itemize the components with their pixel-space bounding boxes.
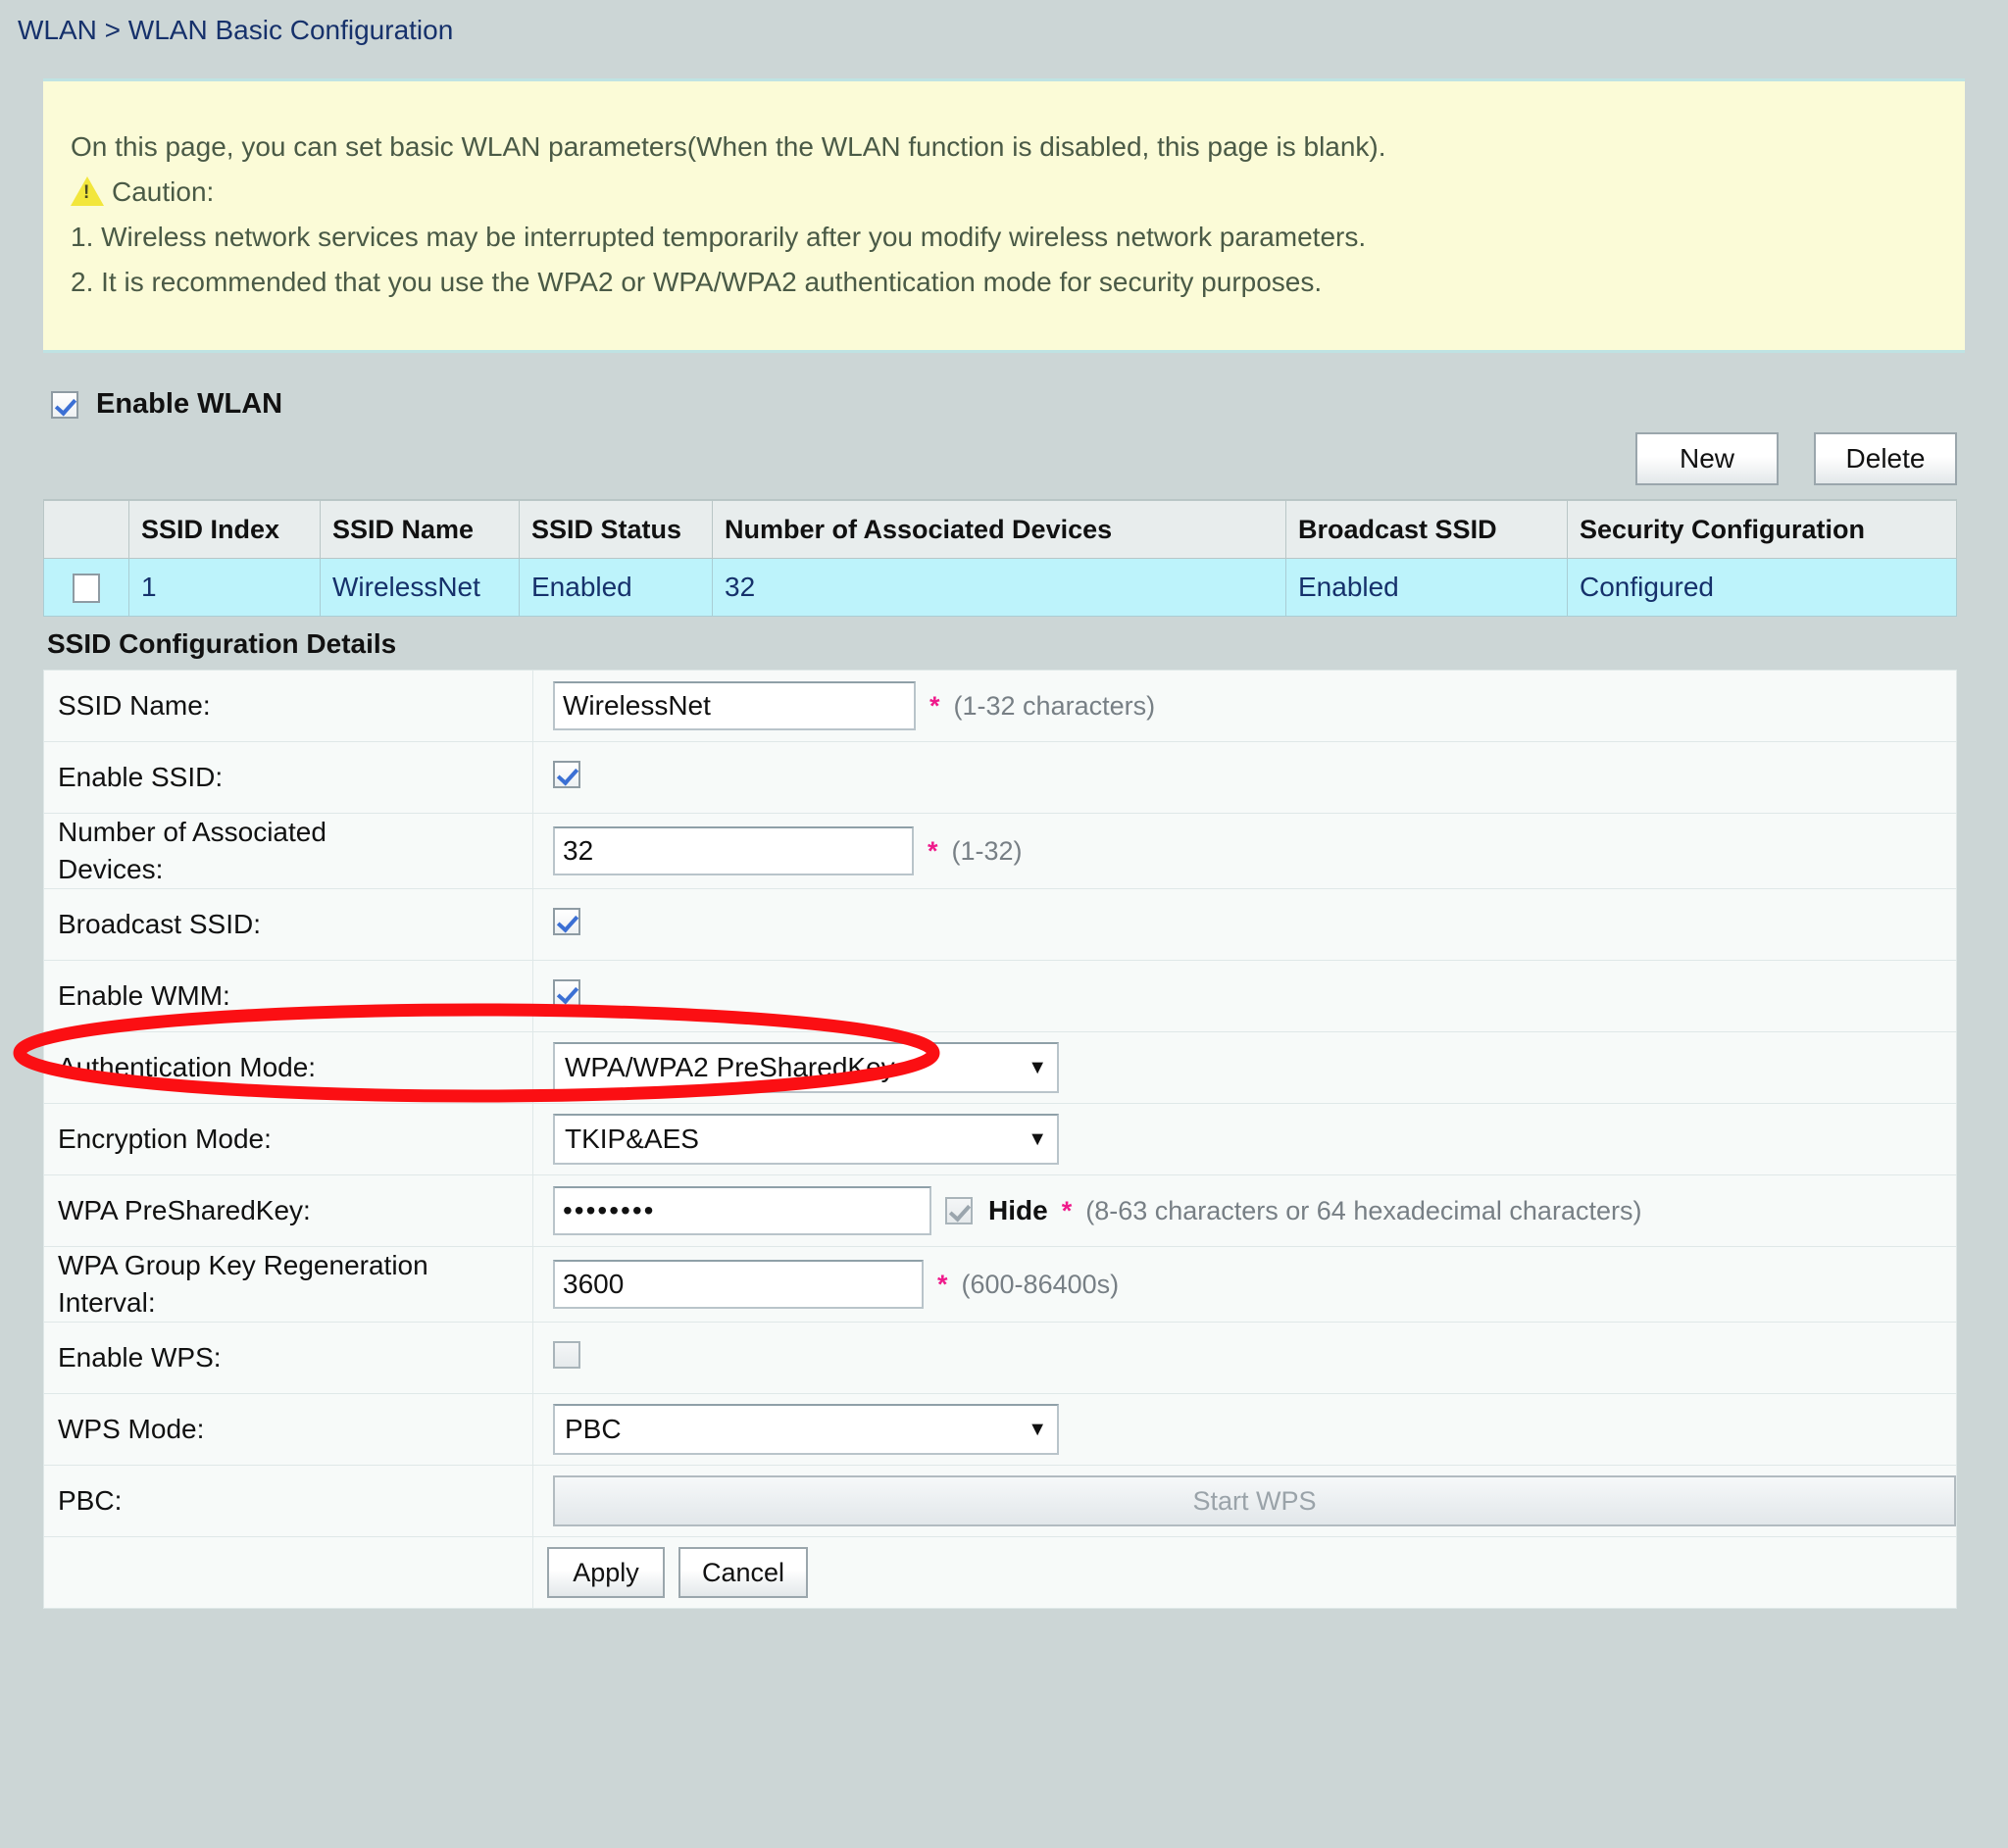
cell-security-config: Configured bbox=[1567, 558, 1957, 617]
label-broadcast-ssid: Broadcast SSID: bbox=[43, 888, 533, 961]
row-actions: Apply Cancel bbox=[43, 1536, 1957, 1609]
delete-button[interactable]: Delete bbox=[1814, 432, 1957, 485]
wpa-presharedkey-hint: (8-63 characters or 64 hexadecimal chara… bbox=[1085, 1195, 1642, 1225]
cell-broadcast-ssid: Enabled bbox=[1285, 558, 1568, 617]
chevron-down-icon: ▼ bbox=[1028, 1419, 1047, 1440]
chevron-down-icon: ▼ bbox=[1028, 1128, 1047, 1150]
row-associated-devices: Number of Associated Devices: * (1-32) bbox=[43, 813, 1957, 889]
label-associated-devices: Number of Associated Devices: bbox=[43, 813, 533, 889]
ssid-summary-table: SSID Index SSID Name SSID Status Number … bbox=[43, 499, 1957, 617]
header-ssid-status: SSID Status bbox=[519, 499, 713, 559]
caution-item-2: 2. It is recommended that you use the WP… bbox=[71, 267, 1323, 297]
label-associated-devices-line1: Number of Associated bbox=[58, 817, 326, 847]
enable-wps-checkbox[interactable] bbox=[553, 1340, 580, 1369]
wps-mode-value: PBC bbox=[565, 1414, 622, 1444]
header-security-config: Security Configuration bbox=[1567, 499, 1957, 559]
start-wps-button[interactable]: Start WPS bbox=[553, 1475, 1956, 1526]
header-ssid-name: SSID Name bbox=[320, 499, 520, 559]
table-toolbar: New Delete bbox=[0, 432, 1957, 485]
label-ssid-name: SSID Name: bbox=[43, 670, 533, 742]
associated-devices-hint: (1-32) bbox=[951, 835, 1023, 866]
authentication-mode-select[interactable]: WPA/WPA2 PreSharedKey ▼ bbox=[553, 1042, 1059, 1093]
row-ssid-name: SSID Name: * (1-32 characters) bbox=[43, 670, 1957, 742]
enable-wlan-label: Enable WLAN bbox=[96, 388, 283, 420]
authentication-mode-value: WPA/WPA2 PreSharedKey bbox=[565, 1052, 895, 1082]
ssid-configuration-details-form: SSID Name: * (1-32 characters) Enable SS… bbox=[43, 670, 1957, 1609]
label-wps-mode: WPS Mode: bbox=[43, 1393, 533, 1466]
label-associated-devices-line2: Devices: bbox=[58, 854, 164, 884]
row-encryption-mode: Encryption Mode: TKIP&AES ▼ bbox=[43, 1103, 1957, 1175]
label-authentication-mode: Authentication Mode: bbox=[43, 1031, 533, 1104]
label-enable-ssid: Enable SSID: bbox=[43, 741, 533, 814]
header-assoc-devices: Number of Associated Devices bbox=[712, 499, 1286, 559]
ssid-name-input[interactable] bbox=[553, 681, 916, 730]
caution-heading: Caution: bbox=[71, 170, 1937, 215]
hide-password-checkbox[interactable] bbox=[945, 1197, 973, 1224]
breadcrumb-text: WLAN > WLAN Basic Configuration bbox=[18, 15, 454, 45]
associated-devices-input[interactable] bbox=[553, 826, 914, 875]
cell-assoc-devices: 32 bbox=[712, 558, 1286, 617]
row-group-key-interval: WPA Group Key Regeneration Interval: * (… bbox=[43, 1246, 1957, 1323]
row-wps-mode: WPS Mode: PBC ▼ bbox=[43, 1393, 1957, 1466]
caution-label: Caution: bbox=[112, 176, 215, 207]
group-key-interval-input[interactable] bbox=[553, 1260, 924, 1309]
enable-wlan-checkbox[interactable] bbox=[51, 390, 78, 419]
ssid-name-hint: (1-32 characters) bbox=[953, 690, 1156, 721]
caution-item-1: 1. Wireless network services may be inte… bbox=[71, 222, 1367, 252]
label-enable-wps: Enable WPS: bbox=[43, 1322, 533, 1394]
cancel-button[interactable]: Cancel bbox=[678, 1547, 809, 1598]
notice-panel: On this page, you can set basic WLAN par… bbox=[43, 78, 1965, 353]
cell-ssid-index: 1 bbox=[128, 558, 321, 617]
actions-label-spacer bbox=[43, 1536, 533, 1609]
hide-password-label: Hide bbox=[988, 1195, 1048, 1225]
row-enable-wps: Enable WPS: bbox=[43, 1322, 1957, 1394]
row-wpa-presharedkey: WPA PreSharedKey: Hide * (8-63 character… bbox=[43, 1174, 1957, 1247]
wpa-presharedkey-input[interactable] bbox=[553, 1186, 931, 1235]
row-broadcast-ssid: Broadcast SSID: bbox=[43, 888, 1957, 961]
label-enable-wmm: Enable WMM: bbox=[43, 960, 533, 1032]
enable-wmm-checkbox[interactable] bbox=[553, 978, 580, 1007]
table-header-row: SSID Index SSID Name SSID Status Number … bbox=[43, 499, 1957, 559]
new-button[interactable]: New bbox=[1635, 432, 1779, 485]
label-group-key-interval: WPA Group Key Regeneration Interval: bbox=[43, 1246, 533, 1323]
row-enable-ssid: Enable SSID: bbox=[43, 741, 1957, 814]
wps-mode-select[interactable]: PBC ▼ bbox=[553, 1404, 1059, 1455]
row-select-checkbox[interactable] bbox=[73, 574, 100, 604]
label-pbc: PBC: bbox=[43, 1465, 533, 1537]
warning-triangle-icon bbox=[71, 176, 104, 206]
table-row[interactable]: 1 WirelessNet Enabled 32 Enabled Configu… bbox=[43, 558, 1957, 617]
enable-wlan-row: Enable WLAN bbox=[51, 388, 2008, 421]
cell-ssid-status: Enabled bbox=[519, 558, 713, 617]
row-enable-wmm: Enable WMM: bbox=[43, 960, 1957, 1032]
chevron-down-icon: ▼ bbox=[1028, 1057, 1047, 1078]
notice-intro: On this page, you can set basic WLAN par… bbox=[71, 131, 1386, 162]
encryption-mode-value: TKIP&AES bbox=[565, 1124, 699, 1154]
header-broadcast-ssid: Broadcast SSID bbox=[1285, 499, 1568, 559]
enable-ssid-checkbox[interactable] bbox=[553, 760, 580, 788]
label-wpa-presharedkey: WPA PreSharedKey: bbox=[43, 1174, 533, 1247]
group-key-interval-hint: (600-86400s) bbox=[961, 1269, 1120, 1299]
ssid-name-required-mark: * bbox=[929, 690, 940, 721]
breadcrumb: WLAN > WLAN Basic Configuration bbox=[0, 0, 2008, 61]
wpa-presharedkey-required-mark: * bbox=[1061, 1195, 1073, 1225]
label-encryption-mode: Encryption Mode: bbox=[43, 1103, 533, 1175]
group-key-interval-required-mark: * bbox=[937, 1269, 948, 1299]
broadcast-ssid-checkbox[interactable] bbox=[553, 907, 580, 935]
associated-devices-required-mark: * bbox=[928, 835, 938, 866]
encryption-mode-select[interactable]: TKIP&AES ▼ bbox=[553, 1114, 1059, 1165]
cell-ssid-name: WirelessNet bbox=[320, 558, 520, 617]
label-group-key-interval-line2: Interval: bbox=[58, 1287, 156, 1318]
apply-button[interactable]: Apply bbox=[547, 1547, 665, 1598]
row-select-cell[interactable] bbox=[43, 558, 129, 617]
details-section-title: SSID Configuration Details bbox=[47, 628, 397, 659]
label-group-key-interval-line1: WPA Group Key Regeneration bbox=[58, 1250, 428, 1280]
header-ssid-index: SSID Index bbox=[128, 499, 321, 559]
row-authentication-mode: Authentication Mode: WPA/WPA2 PreSharedK… bbox=[43, 1031, 1957, 1104]
header-select bbox=[43, 499, 129, 559]
row-pbc: PBC: Start WPS bbox=[43, 1465, 1957, 1537]
